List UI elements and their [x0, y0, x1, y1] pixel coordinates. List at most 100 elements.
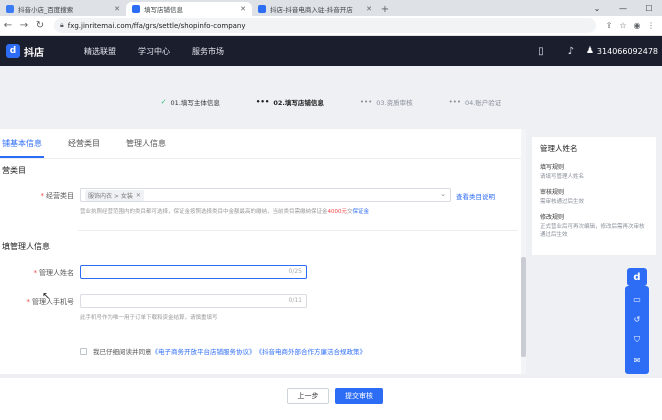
maximize-icon[interactable]: ☐ [636, 0, 662, 16]
nav-item-alliance[interactable]: 精选联盟 [84, 46, 116, 57]
step-4: ••• 04.账户验证 [449, 97, 502, 107]
step-dots-icon: ••• [448, 98, 461, 106]
step-2: ••• 02.填写店铺信息 [256, 97, 324, 107]
agreement-row: 我已仔细阅读并同意 《电子商务开放平台店铺服务协议》 《抖音电商外部合作方廉洁合… [80, 346, 366, 356]
progress-steps: ✓ 01.填写主体信息 ••• 02.填写店铺信息 ••• 03.资质审核 ••… [0, 88, 662, 116]
bell-icon[interactable]: ♪ [556, 46, 586, 57]
minimize-icon[interactable]: — [610, 0, 636, 16]
manager-phone-input[interactable] [81, 295, 271, 307]
window-controls: ⌄ — ☐ [584, 0, 662, 16]
close-icon[interactable]: ✕ [136, 192, 141, 199]
help-panel: 管理人姓名 填写规则 请填写管理人姓名 审核规则 需审核通过后生效 修改规则 正… [532, 137, 656, 255]
category-help-link[interactable]: 查看类目说明 [456, 191, 495, 201]
profile-icon[interactable]: ◉ [630, 21, 644, 30]
service-agreement-link[interactable]: 《电子商务开放平台店铺服务协议》 [152, 346, 256, 356]
user-menu[interactable]: ♟ 3140660924​78 [586, 46, 662, 56]
nav-item-learning[interactable]: 学习中心 [138, 46, 170, 57]
section-title-category: 营类目 [2, 166, 26, 175]
shield-icon[interactable]: ⛉ [634, 335, 640, 345]
help-section-desc: 请填写管理人姓名 [540, 174, 585, 180]
step-label: 01.填写主体信息 [170, 99, 220, 107]
category-label: * 经营类目 [20, 191, 75, 201]
browser-tab-0[interactable]: 抖音小店_百度搜索 ✕ [0, 2, 126, 16]
nav-item-market[interactable]: 服务市场 [192, 46, 224, 57]
required-mark: * [40, 192, 45, 200]
doudian-favicon-icon [258, 5, 266, 13]
form-tabs: 铺基本信息 经营类目 管理人信息 [0, 129, 526, 159]
agreement-prefix: 我已仔细阅读并同意 [93, 348, 152, 356]
forward-icon[interactable]: → [16, 16, 32, 36]
address-bar: ← → ↻ 🔒︎ fxg.jinritemai.com/ffa/grs/sett… [0, 16, 662, 36]
category-chip: 服饰内衣 > 女装 ✕ [85, 189, 144, 201]
browser-tab-label: 抖音小店_百度搜索 [18, 6, 74, 14]
browser-tab-label: 抖店-抖音电商入驻-抖音开店 [270, 6, 353, 14]
url-field[interactable]: 🔒︎ fxg.jinritemai.com/ffa/grs/settle/sho… [54, 18, 596, 33]
prev-step-button[interactable]: 上一步 [287, 388, 329, 404]
tab-category[interactable]: 经营类目 [68, 138, 100, 158]
category-hint-text: 营业执照经营范围内的类目都可选择，保证金按照选择类目中金额最高的缴纳，当前类目需… [80, 209, 328, 215]
scrollbar[interactable] [521, 129, 526, 374]
menu-icon[interactable]: ⋮ [644, 21, 658, 30]
name-label-text: 管理人姓名 [39, 269, 74, 277]
url-text: fxg.jinritemai.com/ffa/grs/settle/shopin… [67, 21, 246, 30]
back-icon[interactable]: ← [0, 16, 16, 36]
scrollbar-thumb[interactable] [521, 257, 526, 357]
browser-toolbar: ⇪ ☆ ◉ ⋮ [602, 21, 662, 30]
headset-icon[interactable]: ↺ [634, 315, 641, 324]
browser-tab-1[interactable]: 填写店铺信息 ✕ [126, 2, 252, 16]
compliance-policy-link[interactable]: 《抖音电商外部合作方廉洁合规政策》 [256, 346, 367, 356]
section-title-manager: 填管理人信息 [2, 242, 50, 251]
share-icon[interactable]: ⇪ [602, 21, 616, 30]
close-tab-icon[interactable]: ✕ [114, 5, 120, 13]
step-label: 02.填写店铺信息 [273, 99, 324, 107]
close-tab-icon[interactable]: ✕ [366, 5, 372, 13]
name-label: * 管理人姓名 [20, 268, 75, 278]
step-dots-icon: ••• [359, 98, 373, 106]
category-chip-text: 服饰内衣 > 女装 [88, 192, 133, 200]
chat-icon[interactable]: ▭ [633, 295, 641, 304]
mouse-cursor-icon: ↖ [42, 291, 51, 302]
bottom-action-bar: 上一步 提交审核 [0, 378, 662, 420]
star-icon[interactable]: ☆ [616, 21, 630, 30]
tab-manager[interactable]: 管理人信息 [126, 138, 166, 158]
name-counter: 0/25 [288, 268, 302, 275]
app-header: d 抖店 精选联盟 学习中心 服务市场 ▯ ♪ ♟ 3140660924​78 [0, 36, 662, 66]
manager-phone-field[interactable]: 0/11 [80, 294, 307, 308]
check-icon: ✓ [160, 98, 167, 106]
step-3: ••• 03.资质审核 [360, 97, 413, 107]
current-step-icon: ••• [255, 98, 270, 106]
tab-basic-info[interactable]: 铺基本信息 [0, 138, 44, 158]
phone-label-text: 管理人手机号 [32, 298, 74, 306]
logo-text: 抖店 [24, 47, 44, 59]
doudian-assistant-icon[interactable]: d [627, 268, 647, 286]
help-section-head: 修改规则 [540, 214, 565, 221]
doudian-favicon-icon [132, 5, 140, 13]
lock-icon: 🔒︎ [60, 21, 64, 29]
reload-icon[interactable]: ↻ [32, 16, 48, 36]
step-label: 04.账户验证 [464, 99, 502, 107]
floating-service-bar: ▭ ↺ ⛉ ✉ [625, 286, 649, 374]
manager-name-input[interactable] [81, 266, 271, 278]
close-tab-icon[interactable]: ✕ [240, 5, 246, 13]
chevron-down-icon[interactable]: ⌄ [440, 190, 446, 198]
submit-review-button[interactable]: 提交审核 [335, 388, 383, 404]
category-select[interactable]: 服饰内衣 > 女装 ✕ ⌄ [80, 188, 451, 202]
user-icon: ♟ [585, 46, 594, 56]
mobile-icon[interactable]: ▯ [526, 46, 556, 57]
new-tab-button[interactable]: + [378, 2, 392, 16]
agreement-checkbox[interactable] [80, 347, 87, 355]
main-nav: 精选联盟 学习中心 服务市场 [84, 46, 246, 57]
mail-icon[interactable]: ✉ [634, 356, 641, 365]
header-right: ▯ ♪ ♟ 3140660924​78 [526, 36, 662, 66]
required-mark: * [33, 269, 38, 277]
category-label-text: 经营类目 [46, 192, 74, 200]
browser-tab-2[interactable]: 抖店-抖音电商入驻-抖音开店 ✕ [252, 2, 378, 16]
deposit-link[interactable]: 保证金 [353, 209, 370, 215]
logo[interactable]: d 抖店 [6, 44, 84, 59]
browser-tab-bar: 抖音小店_百度搜索 ✕ 填写店铺信息 ✕ 抖店-抖音电商入驻-抖音开店 ✕ + … [0, 0, 662, 16]
deposit-amount: 4000元 [327, 209, 348, 215]
manager-name-field[interactable]: 0/25 [80, 265, 307, 279]
step-label: 03.资质审核 [376, 99, 413, 107]
chevron-down-icon[interactable]: ⌄ [584, 0, 610, 16]
required-mark: * [26, 298, 31, 306]
